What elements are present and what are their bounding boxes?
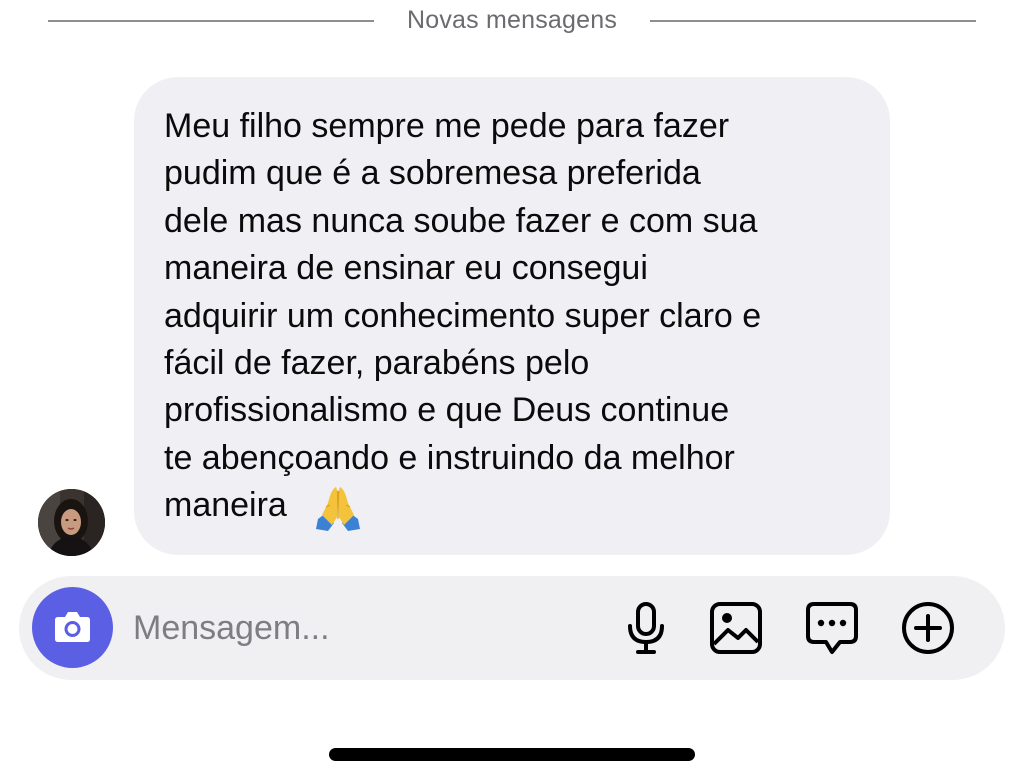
message-text: Meu filho sempre me pede para fazer pudi… xyxy=(164,107,762,525)
pray-emoji xyxy=(316,487,360,531)
plus-icon xyxy=(902,602,954,654)
add-button[interactable] xyxy=(898,598,958,658)
sticker-icon xyxy=(806,602,858,654)
message-composer xyxy=(19,576,1005,680)
microphone-icon xyxy=(628,602,664,654)
gallery-icon xyxy=(710,602,762,654)
home-indicator[interactable] xyxy=(329,748,695,761)
new-messages-divider: Novas mensagens xyxy=(0,0,1024,44)
divider-label: Novas mensagens xyxy=(406,6,618,34)
divider-line-right xyxy=(650,20,976,22)
message-bubble[interactable]: Meu filho sempre me pede para fazer pudi… xyxy=(134,77,890,555)
sticker-button[interactable] xyxy=(802,598,862,658)
divider-line-left xyxy=(48,20,374,22)
gallery-button[interactable] xyxy=(706,598,766,658)
camera-icon xyxy=(55,612,90,642)
avatar-image xyxy=(38,489,105,556)
message-input[interactable] xyxy=(133,604,573,652)
microphone-button[interactable] xyxy=(616,598,676,658)
avatar[interactable] xyxy=(38,489,105,556)
camera-button[interactable] xyxy=(32,587,113,668)
